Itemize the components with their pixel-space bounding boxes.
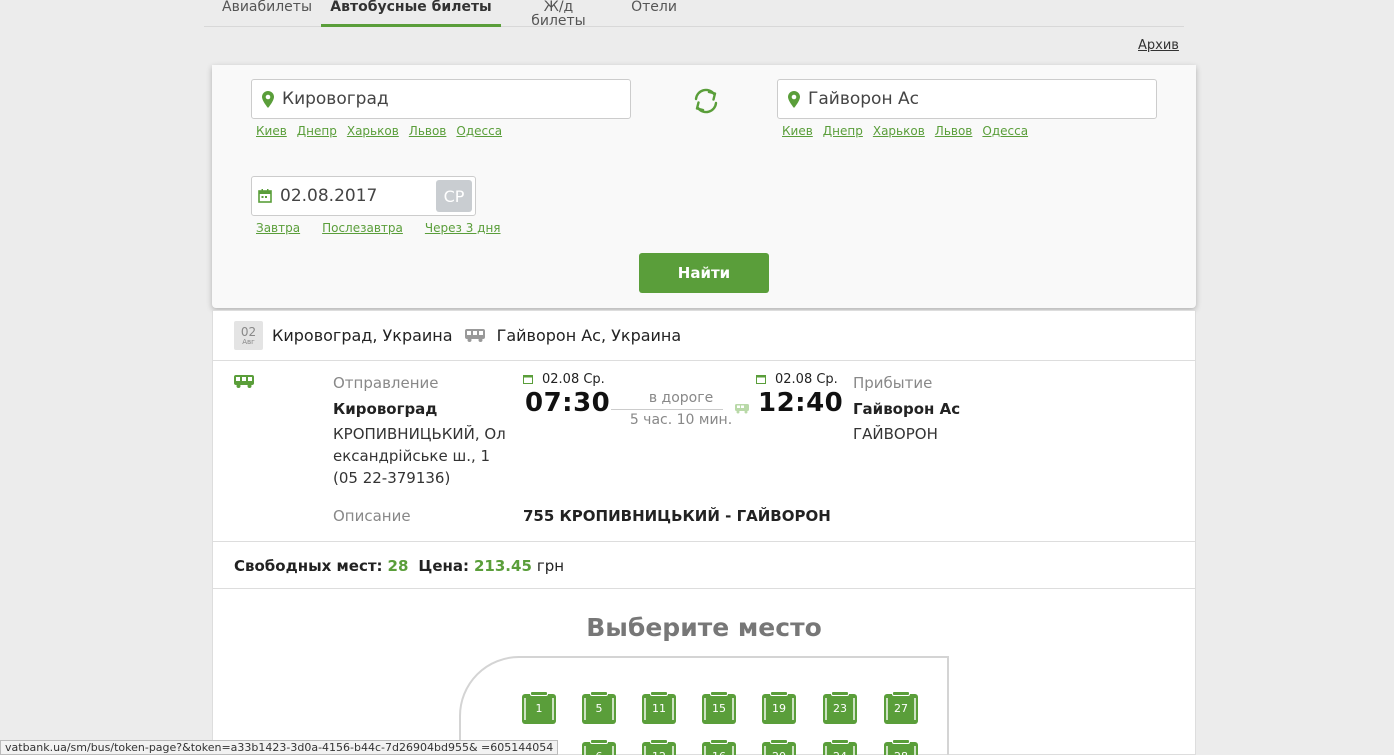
from-link-dnipro[interactable]: Днепр (297, 124, 337, 138)
free-seats-count: 28 (387, 556, 409, 575)
browser-status-bar: vatbank.ua/sm/bus/token-page?&token=a33b… (0, 740, 559, 755)
arrival-label: Прибытие (853, 374, 933, 392)
seat[interactable]: 16 (702, 739, 736, 755)
from-link-lviv[interactable]: Львов (409, 124, 447, 138)
departure-label: Отправление (333, 374, 439, 392)
seat[interactable]: 28 (884, 739, 918, 755)
to-city-input[interactable]: Гайворон Ас (777, 79, 1157, 119)
departure-address: КРОПИВНИЦЬКИЙ, Ол ександрійське ш., 1 (0… (333, 425, 506, 487)
from-city-input[interactable]: Кировоград (251, 79, 631, 119)
from-quick-links: Киев Днепр Харьков Львов Одесса (256, 124, 502, 138)
date-link-in-3-days[interactable]: Через 3 дня (425, 221, 501, 235)
arrival-date: 02.08 Ср. (775, 372, 838, 387)
arrival-city: Гайворон Ас (853, 400, 961, 418)
find-button[interactable]: Найти (639, 253, 769, 293)
seat[interactable]: 19 (762, 691, 796, 724)
to-link-kharkiv[interactable]: Харьков (873, 124, 925, 138)
search-panel: Кировоград Киев Днепр Харьков Львов Одес… (212, 65, 1196, 308)
route-date-day: 02 (240, 324, 257, 339)
tab-hotels[interactable]: Отели (629, 0, 679, 27)
location-pin-icon (262, 90, 274, 108)
seat[interactable]: 24 (823, 739, 857, 755)
seat[interactable]: 5 (582, 691, 616, 724)
on-road-label: в дороге (648, 390, 714, 406)
departure-time: 07:30 (525, 388, 611, 418)
tab-flights[interactable]: Авиабилеты (222, 0, 312, 27)
date-input[interactable]: 02.08.2017 СР (251, 176, 476, 216)
calendar-icon (756, 375, 766, 384)
seat[interactable]: 1 (522, 691, 556, 724)
road-line (611, 409, 723, 410)
seat[interactable]: 27 (884, 691, 918, 724)
date-quick-links: Завтра Послезавтра Через 3 дня (256, 221, 501, 235)
arrival-time: 12:40 (758, 388, 844, 418)
description-label: Описание (333, 507, 411, 525)
date-link-tomorrow[interactable]: Завтра (256, 221, 300, 235)
to-link-lviv[interactable]: Львов (935, 124, 973, 138)
from-link-kyiv[interactable]: Киев (256, 124, 287, 138)
from-city-value: Кировоград (282, 89, 389, 109)
route-to: Гайворон Ас, Украина (496, 326, 682, 345)
calendar-icon (523, 375, 533, 384)
results-panel: 02 Авг Кировоград, Украина Гайворон Ас, … (212, 310, 1196, 755)
route-date-month: Авг (242, 337, 255, 346)
free-seats-label: Свободных мест: (234, 556, 383, 575)
route-header: 02 Авг Кировоград, Украина Гайворон Ас, … (213, 311, 1195, 361)
arrival-station: ГАЙВОРОН (853, 425, 938, 443)
to-link-dnipro[interactable]: Днепр (823, 124, 863, 138)
trip-details: Отправление Кировоград КРОПИВНИЦЬКИЙ, Ол… (213, 362, 1195, 542)
swap-cities-icon[interactable] (692, 87, 720, 115)
departure-city: Кировоград (333, 400, 438, 418)
bus-icon (464, 329, 485, 342)
seat-map-title: Выберите место (586, 613, 822, 642)
to-link-kyiv[interactable]: Киев (782, 124, 813, 138)
description-value: 755 КРОПИВНИЦЬКИЙ - ГАЙВОРОН (523, 507, 831, 525)
route-from: Кировоград, Украина (272, 326, 453, 345)
price-value: 213.45 (474, 556, 532, 575)
seat[interactable]: 15 (702, 691, 736, 724)
date-link-day-after[interactable]: Послезавтра (322, 221, 403, 235)
price-label: Цена: (418, 556, 469, 575)
archive-link[interactable]: Архив (1138, 38, 1179, 53)
to-quick-links: Киев Днепр Харьков Львов Одесса (782, 124, 1028, 138)
tab-train-tickets[interactable]: Ж/д билеты (516, 0, 601, 28)
from-link-kharkiv[interactable]: Харьков (347, 124, 399, 138)
service-tabs: Авиабилеты Автобусные билеты Ж/д билеты … (204, 0, 1184, 28)
seat[interactable]: 23 (823, 691, 857, 724)
seat[interactable]: 6 (582, 739, 616, 755)
from-link-odesa[interactable]: Одесса (456, 124, 502, 138)
seat[interactable]: 20 (762, 739, 796, 755)
date-value: 02.08.2017 (280, 186, 378, 206)
seat[interactable]: 12 (642, 739, 676, 755)
availability-row: Свободных мест: 28 Цена: 213.45 грн (213, 543, 1195, 589)
location-pin-icon (788, 90, 800, 108)
trip-duration: 5 час. 10 мин. (629, 412, 733, 428)
route-date-badge: 02 Авг (234, 321, 263, 350)
bus-icon (234, 375, 254, 388)
to-city-value: Гайворон Ас (808, 89, 919, 109)
price-currency: грн (536, 556, 565, 575)
day-of-week-badge: СР (436, 180, 472, 212)
departure-date: 02.08 Ср. (542, 372, 605, 387)
to-link-odesa[interactable]: Одесса (982, 124, 1028, 138)
seat[interactable]: 11 (642, 691, 676, 724)
tab-bus-tickets[interactable]: Автобусные билеты (321, 0, 501, 27)
calendar-icon (258, 189, 272, 203)
